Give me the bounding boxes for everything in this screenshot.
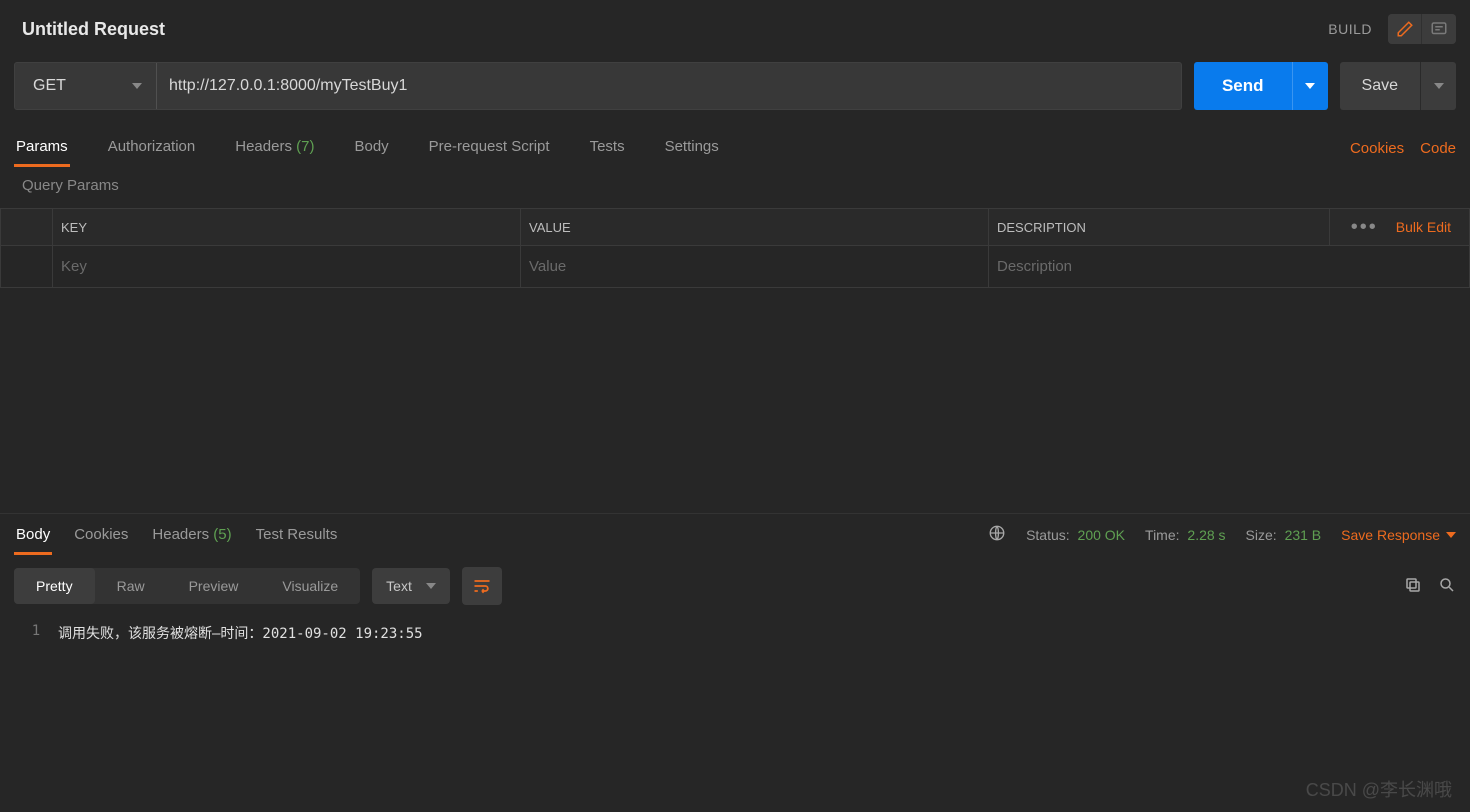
time-label: Time: [1145, 527, 1179, 543]
tab-headers[interactable]: Headers (7) [233, 132, 316, 165]
time-value: 2.28 s [1187, 527, 1225, 543]
response-meta: Status: 200 OK Time: 2.28 s Size: 231 B … [988, 524, 1456, 545]
params-table: KEY VALUE DESCRIPTION ••• Bulk Edit [0, 208, 1470, 288]
tab-tests[interactable]: Tests [588, 132, 627, 165]
view-tab-raw[interactable]: Raw [95, 568, 167, 604]
edit-button[interactable] [1388, 14, 1422, 44]
save-response-button[interactable]: Save Response [1341, 527, 1456, 543]
method-url-group: GET [14, 62, 1182, 110]
tab-authorization[interactable]: Authorization [106, 132, 198, 165]
cookies-link[interactable]: Cookies [1350, 140, 1404, 157]
size-meta: Size: 231 B [1246, 527, 1322, 543]
tab-settings[interactable]: Settings [663, 132, 721, 165]
line-number: 1 [14, 621, 58, 643]
response-line: 1 调用失败，该服务被熔断—时间：2021-09-02 19:23:55 [14, 621, 1470, 643]
save-dropdown[interactable] [1420, 62, 1456, 110]
request-tabs: Params Authorization Headers (7) Body Pr… [14, 132, 721, 165]
params-checkbox-header [1, 209, 53, 246]
key-input[interactable] [53, 246, 520, 287]
response-tab-headers[interactable]: Headers (5) [150, 514, 233, 555]
format-select[interactable]: Text [372, 568, 450, 604]
body-right-icons [1404, 576, 1456, 597]
query-params-heading: Query Params [0, 165, 1470, 208]
tab-body[interactable]: Body [352, 132, 390, 165]
comment-icon [1430, 20, 1448, 38]
chevron-down-icon [426, 583, 436, 589]
wrap-lines-button[interactable] [462, 567, 502, 605]
save-button-group: Save [1340, 62, 1456, 110]
response-tab-test-results[interactable]: Test Results [254, 514, 340, 555]
view-tab-pretty[interactable]: Pretty [14, 568, 95, 604]
line-content: 调用失败，该服务被熔断—时间：2021-09-02 19:23:55 [58, 621, 423, 643]
value-input[interactable] [521, 246, 988, 287]
view-tab-preview[interactable]: Preview [167, 568, 261, 604]
size-value: 231 B [1285, 527, 1322, 543]
pencil-icon [1396, 20, 1414, 38]
method-value: GET [33, 77, 66, 95]
response-tab-body[interactable]: Body [14, 514, 52, 555]
send-button[interactable]: Send [1194, 62, 1292, 110]
chevron-down-icon [1305, 83, 1315, 89]
search-button[interactable] [1438, 576, 1456, 597]
tab-params[interactable]: Params [14, 132, 70, 165]
format-value: Text [386, 578, 412, 594]
tab-prerequest[interactable]: Pre-request Script [427, 132, 552, 165]
params-description-header: DESCRIPTION [989, 209, 1330, 246]
bulk-edit-link[interactable]: Bulk Edit [1396, 219, 1451, 235]
build-label: BUILD [1328, 21, 1372, 37]
more-options-icon[interactable]: ••• [1351, 221, 1378, 233]
code-link[interactable]: Code [1420, 140, 1456, 157]
response-section: Body Cookies Headers (5) Test Results St… [0, 513, 1470, 812]
status-label: Status: [1026, 527, 1070, 543]
copy-icon [1404, 576, 1422, 594]
status-value: 200 OK [1078, 527, 1125, 543]
chevron-down-icon [132, 83, 142, 89]
save-response-label: Save Response [1341, 527, 1440, 543]
wrap-icon [472, 576, 492, 596]
params-key-header: KEY [53, 209, 521, 246]
header-icon-group [1388, 14, 1456, 44]
response-body: 1 调用失败，该服务被熔断—时间：2021-09-02 19:23:55 [0, 617, 1470, 812]
request-title: Untitled Request [22, 19, 165, 40]
request-row: GET Send Save [0, 62, 1470, 110]
size-label: Size: [1246, 527, 1277, 543]
comments-button[interactable] [1422, 14, 1456, 44]
header-actions: BUILD [1328, 14, 1456, 44]
save-button[interactable]: Save [1340, 62, 1420, 110]
view-tabs: Pretty Raw Preview Visualize [14, 568, 360, 604]
response-tabs: Body Cookies Headers (5) Test Results [14, 514, 339, 555]
status-meta: Status: 200 OK [1026, 527, 1125, 543]
method-select[interactable]: GET [15, 63, 157, 109]
response-tab-cookies[interactable]: Cookies [72, 514, 130, 555]
params-value-header: VALUE [521, 209, 989, 246]
globe-icon[interactable] [988, 524, 1006, 545]
params-row [1, 246, 1470, 288]
request-tabs-row: Params Authorization Headers (7) Body Pr… [0, 132, 1470, 165]
tab-headers-count: (7) [296, 138, 314, 155]
view-tab-visualize[interactable]: Visualize [260, 568, 360, 604]
description-input[interactable] [989, 246, 1469, 287]
tab-headers-label: Headers [235, 138, 292, 155]
response-tab-headers-count: (5) [213, 526, 231, 543]
params-actions-header: ••• Bulk Edit [1330, 209, 1470, 246]
watermark: CSDN @李长渊哦 [1306, 776, 1452, 802]
header-row: Untitled Request BUILD [0, 0, 1470, 62]
url-input[interactable] [157, 63, 1181, 109]
send-dropdown[interactable] [1292, 62, 1328, 110]
time-meta: Time: 2.28 s [1145, 527, 1226, 543]
request-tabs-right: Cookies Code [1350, 140, 1456, 157]
body-controls: Pretty Raw Preview Visualize Text [0, 555, 1470, 617]
chevron-down-icon [1446, 532, 1456, 538]
response-tab-headers-label: Headers [152, 526, 209, 543]
chevron-down-icon [1434, 83, 1444, 89]
send-button-group: Send [1194, 62, 1328, 110]
response-tabs-row: Body Cookies Headers (5) Test Results St… [0, 513, 1470, 555]
copy-button[interactable] [1404, 576, 1422, 597]
search-icon [1438, 576, 1456, 594]
